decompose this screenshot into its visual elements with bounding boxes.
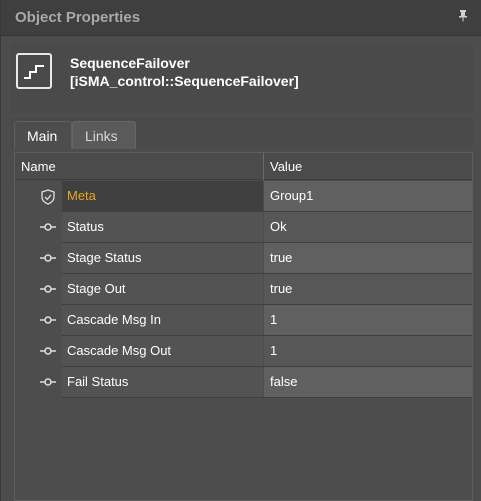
row-value: false <box>270 374 298 389</box>
row-value-cell[interactable] <box>264 305 472 335</box>
table-row[interactable]: Stage Out true <box>15 274 472 305</box>
object-properties-panel: Object Properties SequenceFailover [iSMA… <box>0 0 481 501</box>
table-row[interactable]: Fail Status false <box>15 367 472 398</box>
slot-connector-icon <box>39 251 57 265</box>
row-label: Cascade Msg In <box>67 312 161 327</box>
panel-title: Object Properties <box>15 9 141 26</box>
column-header-name[interactable]: Name <box>21 159 56 174</box>
row-label: Status <box>67 219 104 234</box>
object-name: SequenceFailover <box>70 55 190 71</box>
property-grid: Name Value Meta Group1 Status Ok Stage S… <box>14 152 473 501</box>
object-type: [iSMA_control::SequenceFailover] <box>70 73 299 89</box>
row-label: Stage Out <box>67 281 126 296</box>
tab-main[interactable]: Main <box>14 121 72 149</box>
object-header: SequenceFailover [iSMA_control::Sequence… <box>10 43 473 113</box>
row-value: true <box>270 250 293 265</box>
column-divider[interactable] <box>263 153 264 180</box>
tab-links[interactable]: Links <box>72 121 136 149</box>
row-value: 1 <box>270 312 278 327</box>
table-row[interactable]: Meta Group1 <box>15 181 472 212</box>
column-header-value[interactable]: Value <box>270 159 302 174</box>
table-row[interactable]: Cascade Msg Out 1 <box>15 336 472 367</box>
slot-connector-icon <box>39 344 57 358</box>
slot-connector-icon <box>39 313 57 327</box>
row-value-cell[interactable] <box>264 336 472 366</box>
row-label: Fail Status <box>67 374 129 389</box>
slot-connector-icon <box>39 375 57 389</box>
shield-check-icon <box>39 189 57 205</box>
grid-header: Name Value <box>15 153 472 180</box>
row-label: Stage Status <box>67 250 142 265</box>
tab-bar: Main Links <box>10 117 473 149</box>
row-value-cell[interactable] <box>264 243 472 273</box>
row-label: Cascade Msg Out <box>67 343 172 358</box>
slot-connector-icon <box>39 220 57 234</box>
slot-connector-icon <box>39 282 57 296</box>
row-value: Group1 <box>270 188 314 203</box>
sequence-step-icon <box>16 53 52 89</box>
row-value-cell[interactable] <box>264 212 472 242</box>
table-row[interactable]: Status Ok <box>15 212 472 243</box>
table-row[interactable]: Stage Status true <box>15 243 472 274</box>
pin-icon[interactable] <box>457 10 469 24</box>
row-value: true <box>270 281 293 296</box>
table-row[interactable]: Cascade Msg In 1 <box>15 305 472 336</box>
row-value-cell[interactable] <box>264 274 472 304</box>
panel-titlebar: Object Properties <box>1 0 481 36</box>
row-value: Ok <box>270 219 287 234</box>
row-value: 1 <box>270 343 278 358</box>
row-label: Meta <box>67 188 96 203</box>
